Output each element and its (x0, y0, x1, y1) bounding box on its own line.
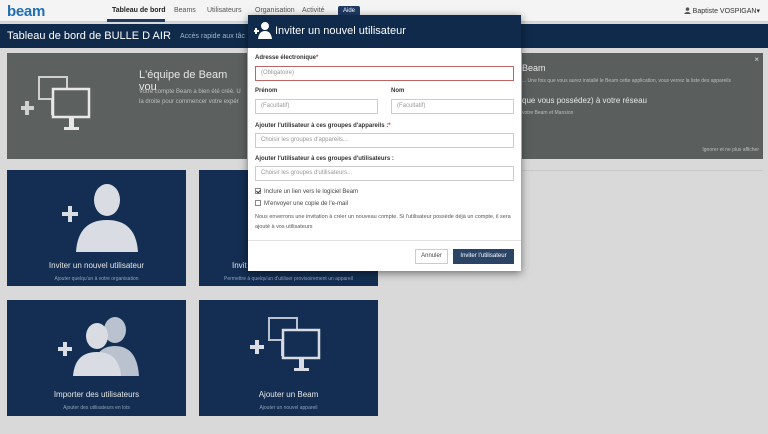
dismiss-link[interactable]: Ignorer et ne plus afficher (702, 147, 759, 153)
banner-desc: Votre compte Beam a bien été créé. Ula d… (139, 89, 241, 105)
add-beam-illustration-icon (21, 76, 91, 130)
tile-label: Ajouter un Beam (258, 390, 319, 399)
device-groups-label: Ajouter l'utilisateur à ces groupes d'ap… (255, 123, 391, 129)
checkbox-checked[interactable] (255, 188, 261, 194)
tile-sub: Permettre à quelqu'un d'utiliser proviso… (224, 276, 353, 282)
cancel-button[interactable]: Annuler (415, 249, 448, 264)
tile-invite-user[interactable]: Inviter un nouvel utilisateur Ajouter qu… (7, 170, 186, 286)
tile-sub: Ajouter quelqu'un à votre organisation (54, 276, 139, 282)
page-title: Tableau de bord de BULLE D AIR (7, 30, 171, 42)
chevron-down-icon: ▾ (756, 8, 760, 15)
modal-footer-divider (248, 240, 521, 241)
user-menu[interactable]: Baptiste VOSPIGAN▾ (683, 7, 760, 15)
checkbox-unchecked[interactable] (255, 200, 261, 206)
tile-sub: Ajouter des utilisateurs en lots (63, 405, 130, 411)
tile-label: Inviter un nouvel utilisateur (48, 261, 145, 270)
nav-users[interactable]: Utilisateurs (207, 7, 242, 14)
user-icon (683, 7, 691, 14)
info-banner-desc: ... Une fois que vous aurez installé le … (522, 78, 731, 84)
info-banner: Beam ... Une fois que vous aurez install… (522, 53, 763, 159)
add-user-icon (254, 22, 272, 39)
modal-header: Inviter un nouvel utilisateur (248, 15, 521, 48)
info-banner-title: Beam (522, 63, 546, 73)
user-name: Baptiste VOSPIGAN (692, 8, 757, 15)
nav-beams[interactable]: Beams (174, 7, 196, 14)
nav-activity[interactable]: Activité (302, 7, 325, 14)
device-groups-field[interactable]: Choisir les groupes d'appareils... (255, 133, 514, 148)
nav-dashboard[interactable]: Tableau de bord (112, 7, 166, 14)
user-groups-label: Ajouter l'utilisateur à ces groupes d'ut… (255, 156, 394, 162)
info-banner-title2: que vous possédez) à votre réseau (522, 96, 647, 105)
email-label: Adresse électronique* (255, 55, 319, 61)
tile-add-beam[interactable]: Ajouter un Beam Ajouter un nouvel appare… (199, 300, 378, 416)
include-link-checkbox[interactable]: Inclure un lien vers le logiciel Beam (255, 188, 358, 195)
add-user-icon (62, 184, 138, 252)
page-subtitle: Accès rapide aux tâc (180, 33, 245, 40)
lastname-label: Nom (391, 88, 405, 94)
send-copy-checkbox[interactable]: M'envoyer une copie de l'e-mail (255, 200, 348, 207)
tile-import-users[interactable]: Importer des utilisateurs Ajouter des ut… (7, 300, 186, 416)
invite-user-modal: Inviter un nouvel utilisateur Adresse él… (248, 15, 521, 271)
tile-label: Importer des utilisateurs (53, 390, 140, 399)
firstname-field[interactable]: (Facultatif) (255, 99, 378, 114)
add-users-icon (58, 317, 139, 376)
invite-note: Nous enverrons une invitation à créer un… (255, 214, 511, 230)
welcome-banner: L'équipe de Beam vou Votre compte Beam a… (7, 53, 247, 159)
close-icon[interactable]: × (754, 55, 759, 64)
beam-logo[interactable]: beam (7, 3, 45, 20)
info-banner-desc2: votre Beam et Mansion (522, 110, 574, 116)
nav-active-indicator (107, 19, 165, 22)
modal-title: Inviter un nouvel utilisateur (275, 25, 406, 37)
invite-user-button[interactable]: Inviter l'utilisateur (453, 249, 514, 264)
divider (522, 170, 763, 171)
lastname-field[interactable]: (Facultatif) (391, 99, 514, 114)
user-groups-field[interactable]: Choisir les groupes d'utilisateurs... (255, 166, 514, 181)
add-beam-icon (250, 317, 321, 371)
tile-sub: Ajouter un nouvel appareil (259, 405, 318, 411)
firstname-label: Prénom (255, 88, 278, 94)
nav-organisation[interactable]: Organisation (255, 7, 295, 14)
email-field[interactable]: (Obligatoire) (255, 66, 514, 81)
